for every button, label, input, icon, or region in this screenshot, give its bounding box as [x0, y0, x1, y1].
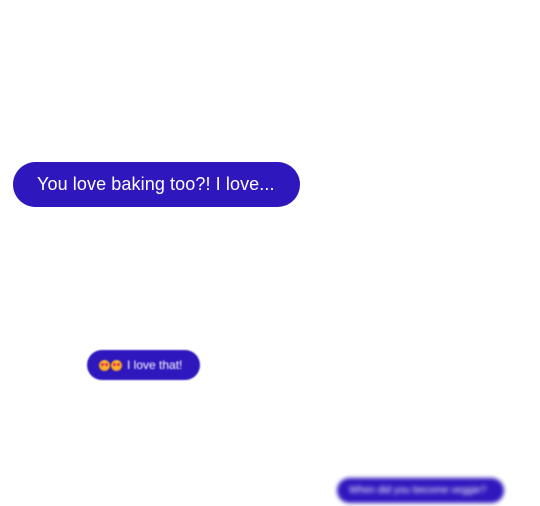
heart-eyes-emoji-icon [111, 359, 122, 371]
chat-bubble-baking: You love baking too?! I love... [13, 162, 300, 207]
chat-bubble-text: When did you become veggie? [349, 485, 487, 496]
chat-bubble-text: You love baking too?! I love... [37, 174, 275, 194]
emoji-group [99, 359, 123, 371]
heart-eyes-emoji-icon [99, 359, 110, 371]
chat-bubble-text: I love that! [127, 358, 183, 372]
chat-bubble-love-that: I love that! [87, 350, 200, 380]
chat-bubble-veggie: When did you become veggie? [337, 478, 504, 503]
message-canvas: You love baking too?! I love... I love t… [0, 0, 540, 506]
